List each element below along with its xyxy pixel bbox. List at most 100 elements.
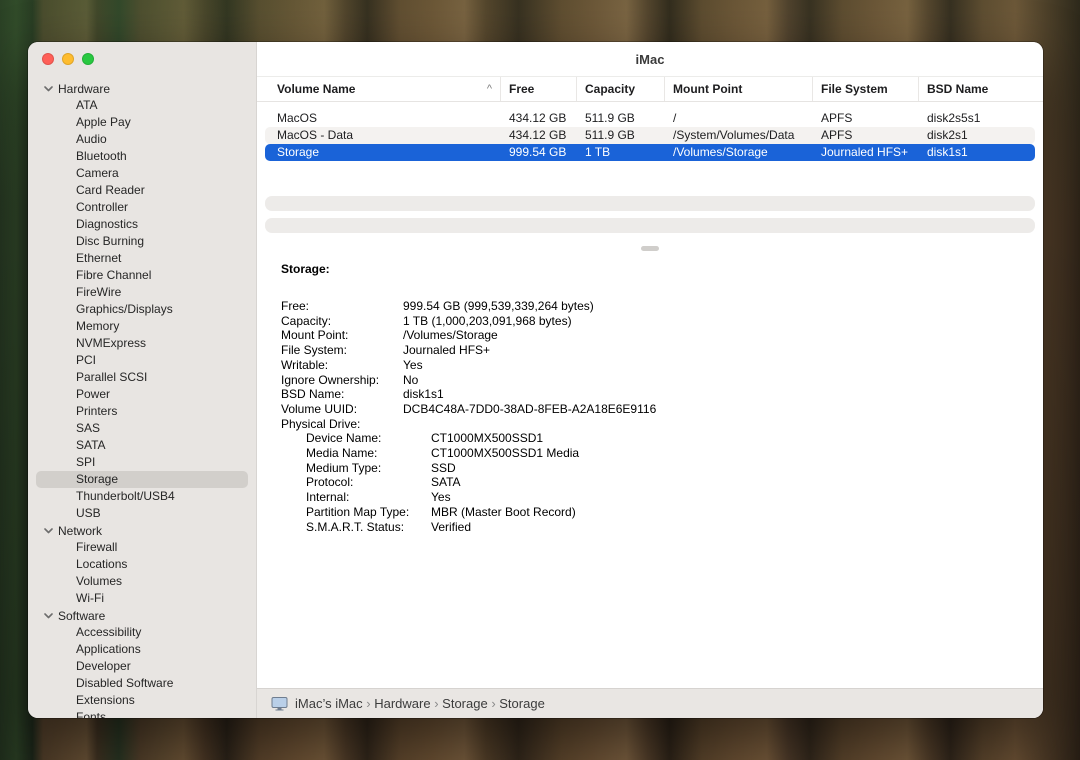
detail-label: Protocol: — [306, 475, 431, 490]
detail-panel: Storage: Free:999.54 GB (999,539,339,264… — [281, 262, 1027, 534]
sidebar-section-label: Hardware — [58, 82, 110, 96]
breadcrumb-separator: › — [363, 696, 375, 711]
sidebar-list: HardwareATAApple PayAudioBluetoothCamera… — [28, 80, 256, 718]
sidebar-item-nvmexpress[interactable]: NVMExpress — [36, 335, 248, 352]
breadcrumb-item: Storage — [442, 696, 488, 711]
detail-value: SSD — [431, 461, 456, 476]
column-header-label: Capacity — [585, 82, 635, 96]
cell-file-system: APFS — [813, 110, 919, 127]
sidebar-item-volumes[interactable]: Volumes — [36, 573, 248, 590]
detail-row: Device Name:CT1000MX500SSD1 — [281, 431, 1027, 446]
sidebar-item-firewire[interactable]: FireWire — [36, 284, 248, 301]
cell-mount-point: / — [665, 110, 813, 127]
sidebar-item-graphics-displays[interactable]: Graphics/Displays — [36, 301, 248, 318]
detail-label: Medium Type: — [306, 461, 431, 476]
sidebar-item-bluetooth[interactable]: Bluetooth — [36, 148, 248, 165]
cell-file-system: Journaled HFS+ — [813, 144, 919, 161]
sidebar-item-disc-burning[interactable]: Disc Burning — [36, 233, 248, 250]
detail-label: Physical Drive: — [281, 417, 403, 432]
sidebar-item-sas[interactable]: SAS — [36, 420, 248, 437]
sidebar-item-thunderbolt-usb4[interactable]: Thunderbolt/USB4 — [36, 488, 248, 505]
sidebar-item-applications[interactable]: Applications — [36, 641, 248, 658]
pane-splitter[interactable] — [257, 242, 1043, 254]
sidebar-item-camera[interactable]: Camera — [36, 165, 248, 182]
detail-label: Mount Point: — [281, 328, 403, 343]
sidebar-item-developer[interactable]: Developer — [36, 658, 248, 675]
sidebar-section-label: Software — [58, 609, 105, 623]
sidebar-item-power[interactable]: Power — [36, 386, 248, 403]
breadcrumb-item: Storage — [499, 696, 545, 711]
column-header-bsd-name[interactable]: BSD Name — [919, 77, 1043, 101]
sidebar-item-audio[interactable]: Audio — [36, 131, 248, 148]
column-header-file-system[interactable]: File System — [813, 77, 919, 101]
sidebar-item-disabled-software[interactable]: Disabled Software — [36, 675, 248, 692]
sidebar-item-sata[interactable]: SATA — [36, 437, 248, 454]
chevron-down-icon — [44, 528, 53, 534]
minimize-button[interactable] — [62, 53, 74, 65]
detail-value: CT1000MX500SSD1 — [431, 431, 543, 446]
detail-value: Verified — [431, 520, 471, 535]
close-button[interactable] — [42, 53, 54, 65]
sidebar-item-fonts[interactable]: Fonts — [36, 709, 248, 718]
sidebar-item-card-reader[interactable]: Card Reader — [36, 182, 248, 199]
sidebar-item-accessibility[interactable]: Accessibility — [36, 624, 248, 641]
sidebar-item-controller[interactable]: Controller — [36, 199, 248, 216]
detail-row: Ignore Ownership:No — [281, 373, 1027, 388]
detail-value: DCB4C48A-7DD0-38AD-8FEB-A2A18E6E9116 — [403, 402, 656, 417]
sidebar-item-apple-pay[interactable]: Apple Pay — [36, 114, 248, 131]
detail-row: S.M.A.R.T. Status:Verified — [281, 520, 1027, 535]
sidebar-section-network[interactable]: Network — [28, 522, 256, 539]
column-header-volume-name[interactable]: Volume Name^ — [257, 77, 501, 101]
volume-row[interactable]: MacOS - Data434.12 GB511.9 GB/System/Vol… — [265, 127, 1035, 144]
sidebar-section-software[interactable]: Software — [28, 607, 256, 624]
column-header-mount-point[interactable]: Mount Point — [665, 77, 813, 101]
cell-bsd-name: disk2s1 — [919, 127, 1035, 144]
breadcrumb: iMac’s iMac › Hardware › Storage › Stora… — [295, 696, 545, 711]
volume-row[interactable]: MacOS434.12 GB511.9 GB/APFSdisk2s5s1 — [265, 110, 1035, 127]
detail-value: disk1s1 — [403, 387, 444, 402]
column-header-label: File System — [821, 82, 888, 96]
cell-capacity: 511.9 GB — [577, 127, 665, 144]
path-bar: iMac’s iMac › Hardware › Storage › Stora… — [257, 688, 1043, 718]
column-header-label: Free — [509, 82, 534, 96]
detail-row: File System:Journaled HFS+ — [281, 343, 1027, 358]
sidebar-item-ethernet[interactable]: Ethernet — [36, 250, 248, 267]
detail-label: Partition Map Type: — [306, 505, 431, 520]
detail-row: Volume UUID:DCB4C48A-7DD0-38AD-8FEB-A2A1… — [281, 402, 1027, 417]
sidebar-item-printers[interactable]: Printers — [36, 403, 248, 420]
zoom-button[interactable] — [82, 53, 94, 65]
sidebar-item-locations[interactable]: Locations — [36, 556, 248, 573]
column-header-capacity[interactable]: Capacity — [577, 77, 665, 101]
cell-mount-point: /Volumes/Storage — [665, 144, 813, 161]
sidebar-item-extensions[interactable]: Extensions — [36, 692, 248, 709]
sidebar-item-usb[interactable]: USB — [36, 505, 248, 522]
cell-volume-name: MacOS - Data — [265, 127, 501, 144]
sidebar-item-pci[interactable]: PCI — [36, 352, 248, 369]
cell-volume-name: Storage — [265, 144, 501, 161]
breadcrumb-separator: › — [488, 696, 500, 711]
column-header-free[interactable]: Free — [501, 77, 577, 101]
detail-row: Medium Type:SSD — [281, 461, 1027, 476]
sidebar-item-memory[interactable]: Memory — [36, 318, 248, 335]
detail-label: S.M.A.R.T. Status: — [306, 520, 431, 535]
detail-value: CT1000MX500SSD1 Media — [431, 446, 579, 461]
detail-row: Free:999.54 GB (999,539,339,264 bytes) — [281, 299, 1027, 314]
sidebar-item-parallel-scsi[interactable]: Parallel SCSI — [36, 369, 248, 386]
computer-icon — [271, 696, 288, 711]
detail-label: File System: — [281, 343, 403, 358]
sidebar-section-hardware[interactable]: Hardware — [28, 80, 256, 97]
sidebar-item-fibre-channel[interactable]: Fibre Channel — [36, 267, 248, 284]
sidebar-item-ata[interactable]: ATA — [36, 97, 248, 114]
sidebar-item-firewall[interactable]: Firewall — [36, 539, 248, 556]
sidebar-item-spi[interactable]: SPI — [36, 454, 248, 471]
sidebar-item-diagnostics[interactable]: Diagnostics — [36, 216, 248, 233]
title-bar: iMac — [257, 42, 1043, 76]
sidebar-item-wi-fi[interactable]: Wi-Fi — [36, 590, 248, 607]
detail-value: /Volumes/Storage — [403, 328, 498, 343]
chevron-down-icon — [44, 613, 53, 619]
volume-row[interactable]: Storage999.54 GB1 TB/Volumes/StorageJour… — [265, 144, 1035, 161]
detail-row: Media Name:CT1000MX500SSD1 Media — [281, 446, 1027, 461]
content-pane: iMac Volume Name^ Free Capacity Mount Point… — [256, 42, 1043, 718]
sidebar-section-label: Network — [58, 524, 102, 538]
sidebar-item-storage[interactable]: Storage — [36, 471, 248, 488]
